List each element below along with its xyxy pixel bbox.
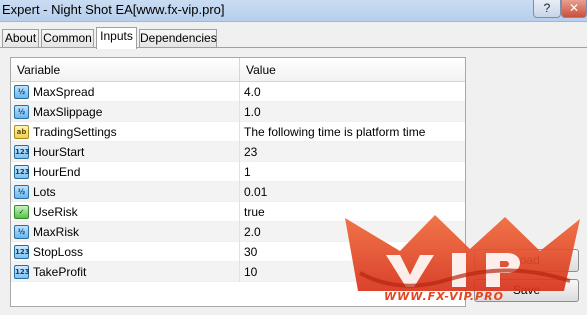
- column-header-value[interactable]: Value: [240, 58, 465, 82]
- variable-cell: ab TradingSettings: [11, 122, 240, 142]
- value-cell[interactable]: 1.0: [240, 102, 465, 122]
- variable-name: MaxSpread: [33, 85, 95, 99]
- table-row[interactable]: ½ MaxSpread 4.0: [11, 82, 465, 102]
- variable-cell: ½ MaxSpread: [11, 82, 240, 102]
- value-cell[interactable]: 1: [240, 162, 465, 182]
- double-type-icon: ½: [14, 225, 29, 239]
- value-cell[interactable]: 0.01: [240, 182, 465, 202]
- variable-cell: 123 HourStart: [11, 142, 240, 162]
- variable-name: HourStart: [33, 145, 85, 159]
- variable-cell: 123 HourEnd: [11, 162, 240, 182]
- integer-type-icon: 123: [14, 145, 30, 159]
- tab-about[interactable]: About: [2, 29, 39, 48]
- value-cell[interactable]: 4.0: [240, 82, 465, 102]
- value-cell[interactable]: The following time is platform time: [240, 122, 465, 142]
- variable-name: UseRisk: [33, 205, 78, 219]
- table-row[interactable]: ½ MaxSlippage 1.0: [11, 102, 465, 122]
- variable-name: Lots: [33, 185, 56, 199]
- variable-name: StopLoss: [33, 245, 84, 259]
- tab-common[interactable]: Common: [41, 29, 94, 48]
- variable-cell: ½ MaxRisk: [11, 222, 240, 242]
- variable-name: TradingSettings: [33, 125, 117, 139]
- variable-cell: 123 StopLoss: [11, 242, 240, 262]
- tab-dependencies[interactable]: Dependencies: [139, 29, 217, 48]
- close-button[interactable]: ✕: [561, 0, 587, 18]
- double-type-icon: ½: [14, 105, 29, 119]
- string-type-icon: ab: [14, 125, 29, 139]
- variable-cell: ✓ UseRisk: [11, 202, 240, 222]
- variable-name: MaxSlippage: [33, 105, 103, 119]
- table-header: Variable Value: [11, 58, 465, 82]
- table-row[interactable]: ✓ UseRisk true: [11, 202, 465, 222]
- table-row[interactable]: 123 StopLoss 30: [11, 242, 465, 262]
- integer-type-icon: 123: [14, 265, 30, 279]
- table-row[interactable]: 123 TakeProfit 10: [11, 262, 465, 282]
- table-row[interactable]: ½ Lots 0.01: [11, 182, 465, 202]
- table-row[interactable]: ½ MaxRisk 2.0: [11, 222, 465, 242]
- window-title: Expert - Night Shot EA[www.fx-vip.pro]: [2, 2, 225, 17]
- variable-name: HourEnd: [33, 165, 81, 179]
- double-type-icon: ½: [14, 85, 29, 99]
- double-type-icon: ½: [14, 185, 29, 199]
- value-cell[interactable]: 2.0: [240, 222, 465, 242]
- variable-name: MaxRisk: [33, 225, 80, 239]
- value-cell[interactable]: 30: [240, 242, 465, 262]
- tab-panel-border: [0, 47, 587, 48]
- tab-inputs[interactable]: Inputs: [96, 27, 137, 49]
- table-row[interactable]: ab TradingSettings The following time is…: [11, 122, 465, 142]
- integer-type-icon: 123: [14, 245, 30, 259]
- value-cell[interactable]: 23: [240, 142, 465, 162]
- integer-type-icon: 123: [14, 165, 30, 179]
- window-titlebar: Expert - Night Shot EA[www.fx-vip.pro] ?…: [0, 0, 587, 22]
- column-header-variable[interactable]: Variable: [11, 58, 240, 82]
- value-cell[interactable]: 10: [240, 262, 465, 282]
- variable-cell: ½ MaxSlippage: [11, 102, 240, 122]
- help-button[interactable]: ?: [533, 0, 561, 18]
- boolean-type-icon: ✓: [14, 205, 29, 219]
- variable-name: TakeProfit: [33, 265, 87, 279]
- value-cell[interactable]: true: [240, 202, 465, 222]
- load-button[interactable]: Load: [474, 249, 579, 272]
- table-row[interactable]: 123 HourEnd 1: [11, 162, 465, 182]
- inputs-table[interactable]: Variable Value ½ MaxSpread 4.0 ½ MaxSlip…: [10, 57, 466, 307]
- watermark-url-text: WWW.FX-VIP.PRO: [384, 290, 504, 303]
- variable-cell: ½ Lots: [11, 182, 240, 202]
- variable-cell: 123 TakeProfit: [11, 262, 240, 282]
- table-row[interactable]: 123 HourStart 23: [11, 142, 465, 162]
